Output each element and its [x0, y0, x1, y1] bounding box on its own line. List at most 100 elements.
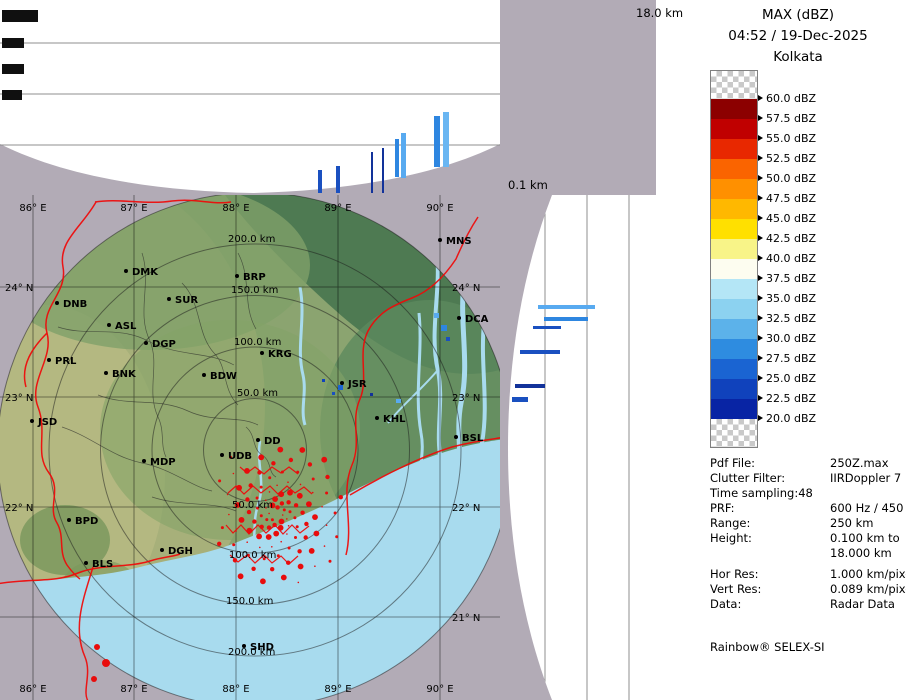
height-axis-min-label: 0.1 km [508, 178, 548, 192]
scale-tick-icon [758, 235, 763, 241]
scale-tick-icon [758, 215, 763, 221]
svg-text:86° E: 86° E [19, 684, 46, 695]
scale-tick-icon [758, 395, 763, 401]
svg-text:50.0 km: 50.0 km [237, 388, 278, 399]
colorbar-cell [711, 299, 757, 319]
product-info-block: Pdf File:250Z.max Clutter Filter:IIRDopp… [710, 456, 906, 612]
scale-tick-icon [758, 375, 763, 381]
svg-text:88° E: 88° E [222, 684, 249, 695]
scale-tick-icon [758, 135, 763, 141]
colorbar-cell [711, 159, 757, 179]
radar-display: 0.1 km [0, 0, 906, 700]
corner-panel: 0.1 km [500, 0, 656, 195]
colorbar-cell [711, 379, 757, 399]
info-row: Data:Radar Data [710, 597, 906, 612]
svg-text:86° E: 86° E [19, 203, 46, 214]
svg-text:BRP: BRP [243, 272, 266, 283]
svg-text:DGP: DGP [152, 339, 176, 350]
svg-text:100.0 km: 100.0 km [229, 550, 276, 561]
colorbar-cell [711, 239, 757, 259]
svg-text:BLS: BLS [92, 559, 113, 570]
reflectivity-colorbar [710, 70, 758, 448]
colorbar-cell [711, 179, 757, 199]
svg-text:100.0 km: 100.0 km [234, 337, 281, 348]
svg-text:KHL: KHL [383, 414, 406, 425]
right-panel-plot-area [508, 195, 656, 700]
info-row: Vert Res:0.089 km/pixel [710, 582, 906, 597]
info-row: Pdf File:250Z.max [710, 456, 906, 471]
svg-text:150.0 km: 150.0 km [231, 285, 278, 296]
svg-text:89° E: 89° E [324, 203, 351, 214]
scale-tick-icon [758, 155, 763, 161]
svg-text:MDP: MDP [150, 457, 176, 468]
scale-label: 27.5 dBZ [766, 352, 816, 365]
svg-text:DD: DD [264, 436, 281, 447]
colorbar-cell [711, 99, 757, 119]
svg-text:22° N: 22° N [452, 503, 480, 514]
scale-tick-icon [758, 175, 763, 181]
scale-tick-icon [758, 315, 763, 321]
scale-label: 52.5 dBZ [766, 152, 816, 165]
svg-text:DMK: DMK [132, 267, 159, 278]
height-axis-max-label: 18.0 km [636, 6, 683, 20]
svg-text:MNS: MNS [446, 236, 472, 247]
colorbar-overflow-high [711, 71, 757, 99]
scale-label: 25.0 dBZ [766, 372, 816, 385]
svg-text:DCA: DCA [465, 314, 489, 325]
svg-text:90° E: 90° E [426, 684, 453, 695]
scale-label: 22.5 dBZ [766, 392, 816, 405]
colorbar-cell [711, 199, 757, 219]
colorbar-cell [711, 139, 757, 159]
scale-tick-icon [758, 195, 763, 201]
svg-text:24° N: 24° N [5, 283, 33, 294]
colorbar-cell [711, 359, 757, 379]
scale-label: 42.5 dBZ [766, 232, 816, 245]
scale-tick-icon [758, 415, 763, 421]
scale-tick-icon [758, 295, 763, 301]
scale-tick-icon [758, 335, 763, 341]
svg-text:DNB: DNB [63, 299, 87, 310]
svg-text:87° E: 87° E [120, 684, 147, 695]
svg-text:BNK: BNK [112, 369, 137, 380]
svg-text:JSR: JSR [347, 379, 367, 390]
product-datetime: 04:52 / 19-Dec-2025 [690, 26, 906, 47]
colorbar-cell [711, 339, 757, 359]
scale-tick-icon [758, 275, 763, 281]
scale-label: 60.0 dBZ [766, 92, 816, 105]
vertical-projection-top-panel [0, 0, 500, 195]
product-name: MAX (dBZ) [690, 5, 906, 26]
scale-label: 37.5 dBZ [766, 272, 816, 285]
svg-text:SUR: SUR [175, 295, 198, 306]
svg-text:90° E: 90° E [426, 203, 453, 214]
scale-label: 40.0 dBZ [766, 252, 816, 265]
svg-text:JSD: JSD [37, 417, 57, 428]
svg-text:PRL: PRL [55, 356, 77, 367]
svg-text:21° N: 21° N [452, 613, 480, 624]
scale-label: 30.0 dBZ [766, 332, 816, 345]
colorbar-cell [711, 119, 757, 139]
info-row: Time sampling:48 [710, 486, 906, 501]
svg-text:23° N: 23° N [452, 393, 480, 404]
colorbar-cell [711, 259, 757, 279]
info-row: Clutter Filter:IIRDoppler 7 [710, 471, 906, 486]
station-name: Kolkata [690, 47, 906, 68]
colorbar-cell [711, 219, 757, 239]
svg-text:87° E: 87° E [120, 203, 147, 214]
info-row: PRF:600 Hz / 450 Hz [710, 501, 906, 516]
scale-tick-icon [758, 255, 763, 261]
svg-text:89° E: 89° E [324, 684, 351, 695]
svg-text:200.0 km: 200.0 km [228, 234, 275, 245]
svg-text:BPD: BPD [75, 516, 98, 527]
info-row: 18.000 km [710, 546, 906, 561]
svg-text:24° N: 24° N [452, 283, 480, 294]
vertical-projection-right-panel [500, 195, 656, 700]
scale-tick-icon [758, 95, 763, 101]
info-row: Height:0.100 km to [710, 531, 906, 546]
svg-text:88° E: 88° E [222, 203, 249, 214]
scale-tick-icon [758, 115, 763, 121]
svg-text:BSL: BSL [462, 433, 484, 444]
scale-label: 50.0 dBZ [766, 172, 816, 185]
scale-label: 45.0 dBZ [766, 212, 816, 225]
svg-text:ASL: ASL [115, 321, 137, 332]
info-row: Hor Res:1.000 km/pixel [710, 567, 906, 582]
